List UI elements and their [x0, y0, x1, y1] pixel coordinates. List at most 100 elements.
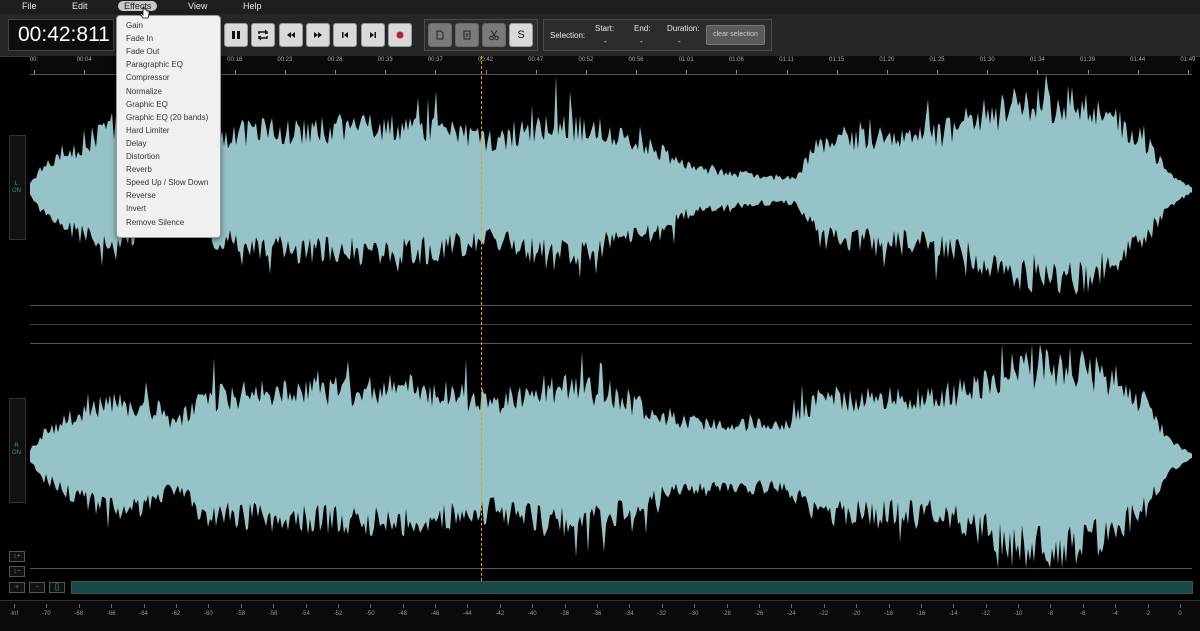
- menu-file[interactable]: File: [22, 1, 37, 11]
- zoom-out-vertical-button[interactable]: ↕−: [9, 566, 25, 577]
- level-meter-tick: [208, 604, 210, 608]
- timeline-tick-label: 01:06: [728, 57, 744, 63]
- level-meter-label: 0: [1178, 611, 1182, 617]
- start-label: Start:: [595, 24, 615, 33]
- level-meter-label: -24: [786, 611, 796, 617]
- level-meter-tick: [467, 604, 469, 608]
- level-meter-label: -10: [1013, 611, 1023, 617]
- horizontal-scrollbar[interactable]: [71, 581, 1193, 594]
- level-meter-tick: [791, 604, 793, 608]
- effects-menu-item[interactable]: Gain: [126, 21, 143, 30]
- menu-edit[interactable]: Edit: [72, 1, 88, 11]
- level-meter-tick: [1147, 604, 1149, 608]
- level-meter-tick: [1050, 604, 1052, 608]
- level-meter-tick: [273, 604, 275, 608]
- effects-menu-item[interactable]: Reverse: [126, 191, 156, 200]
- timeline-tick-label: 01:15: [829, 57, 845, 63]
- level-meter-tick: [920, 604, 922, 608]
- copy-icon: [436, 30, 444, 40]
- level-meter-label: -48: [398, 611, 407, 617]
- effects-menu-item[interactable]: Delay: [126, 139, 146, 148]
- effects-menu-item[interactable]: Invert: [126, 204, 146, 213]
- timeline-tick-label: 01:01: [678, 57, 694, 63]
- skip-end-button[interactable]: [361, 23, 385, 47]
- timeline-tick-label: 00:33: [377, 57, 393, 63]
- loop-button[interactable]: [251, 23, 275, 47]
- s-icon: S: [517, 29, 525, 41]
- level-meter-label: -8: [1047, 611, 1054, 617]
- rewind-button[interactable]: [279, 23, 303, 47]
- level-meter-tick: [370, 604, 372, 608]
- level-meter-label: -42: [495, 611, 505, 617]
- timeline-tick-label: 01:44: [1130, 57, 1146, 63]
- cut-button[interactable]: [482, 23, 506, 47]
- level-meter-tick: [1180, 604, 1181, 608]
- track-bottom-line: [30, 568, 1192, 569]
- start-value: -: [604, 37, 607, 46]
- skip-start-button[interactable]: [333, 23, 357, 47]
- zoom-in-icon: ↕+: [13, 553, 21, 560]
- copy-button[interactable]: [428, 23, 452, 47]
- left-channel-state[interactable]: ON: [9, 188, 24, 194]
- level-meter-label: -20: [851, 611, 861, 617]
- cut-icon: [489, 30, 499, 41]
- pause-button[interactable]: [224, 23, 248, 47]
- effects-menu-item[interactable]: Graphic EQ: [126, 100, 168, 109]
- s-button[interactable]: S: [509, 23, 533, 47]
- effects-menu-item[interactable]: Hard Limiter: [126, 126, 170, 135]
- effects-menu-item[interactable]: Reverb: [126, 165, 152, 174]
- effects-menu-item[interactable]: Graphic EQ (20 bands): [126, 113, 208, 122]
- zoom-out-button[interactable]: −: [29, 582, 45, 593]
- left-channel-name: L: [14, 181, 19, 187]
- level-meter-tick: [1115, 604, 1117, 608]
- paste-button[interactable]: [455, 23, 479, 47]
- level-meter-label: -6: [1080, 611, 1086, 617]
- duration-value: -: [678, 37, 681, 46]
- menu-view[interactable]: View: [188, 1, 207, 11]
- fast-forward-button[interactable]: [306, 23, 330, 47]
- zoom-fit-button[interactable]: []: [49, 582, 65, 593]
- level-meter-tick: [694, 604, 696, 608]
- level-meter-tick: [143, 604, 145, 608]
- clear-selection-button[interactable]: clear selection: [706, 25, 765, 45]
- level-meter-tick: [305, 604, 307, 608]
- effects-menu-item[interactable]: Normalize: [126, 87, 162, 96]
- level-meter-tick: [888, 604, 890, 608]
- level-meter-label: -inf: [9, 611, 19, 617]
- right-channel-waveform[interactable]: [30, 344, 1192, 568]
- level-meter-tick: [726, 604, 728, 608]
- level-meter-scale: -inf -70 -68 -66 -64 -62 -60 -58 -56 -54 -52 -50 -48…: [0, 600, 1200, 631]
- level-meter-tick: [111, 604, 113, 608]
- record-button[interactable]: [388, 23, 412, 47]
- effects-menu-item[interactable]: Paragraphic EQ: [126, 60, 183, 69]
- effects-menu-item[interactable]: Remove Silence: [126, 218, 184, 227]
- effects-menu-item[interactable]: Distortion: [126, 152, 160, 161]
- level-meter-label: -46: [430, 611, 440, 617]
- level-meter-label: -64: [139, 611, 148, 617]
- timeline-tick-label: 01:49: [1180, 57, 1196, 63]
- level-meter-label: -36: [592, 611, 602, 617]
- effects-menu-item[interactable]: Fade In: [126, 34, 153, 43]
- zoom-in-vertical-button[interactable]: ↕+: [9, 551, 25, 562]
- level-meter-tick: [14, 604, 15, 608]
- zoom-in-button[interactable]: +: [9, 582, 25, 593]
- level-meter-tick: [564, 604, 566, 608]
- level-meter-tick: [629, 604, 631, 608]
- right-channel-state[interactable]: ON: [9, 450, 24, 456]
- end-value: -: [640, 37, 643, 46]
- level-meter-tick: [1082, 604, 1084, 608]
- menubar: File Edit Effects View Help: [0, 0, 1200, 14]
- playhead[interactable]: [481, 56, 483, 581]
- effects-menu-item[interactable]: Fade Out: [126, 47, 159, 56]
- menu-effects[interactable]: Effects: [118, 1, 158, 11]
- effects-menu-item[interactable]: Speed Up / Slow Down: [126, 178, 208, 187]
- timeline-tick-label: 00:18: [227, 57, 243, 63]
- right-channel-name: R: [14, 443, 19, 449]
- effects-menu-item[interactable]: Compressor: [126, 73, 170, 82]
- menu-help[interactable]: Help: [243, 1, 262, 11]
- channel-divider: [30, 305, 1192, 306]
- fast-forward-icon: [314, 32, 322, 38]
- timeline-tick-label: 00:28: [327, 57, 343, 63]
- level-meter-label: -58: [236, 611, 246, 617]
- level-meter-label: -28: [722, 611, 731, 617]
